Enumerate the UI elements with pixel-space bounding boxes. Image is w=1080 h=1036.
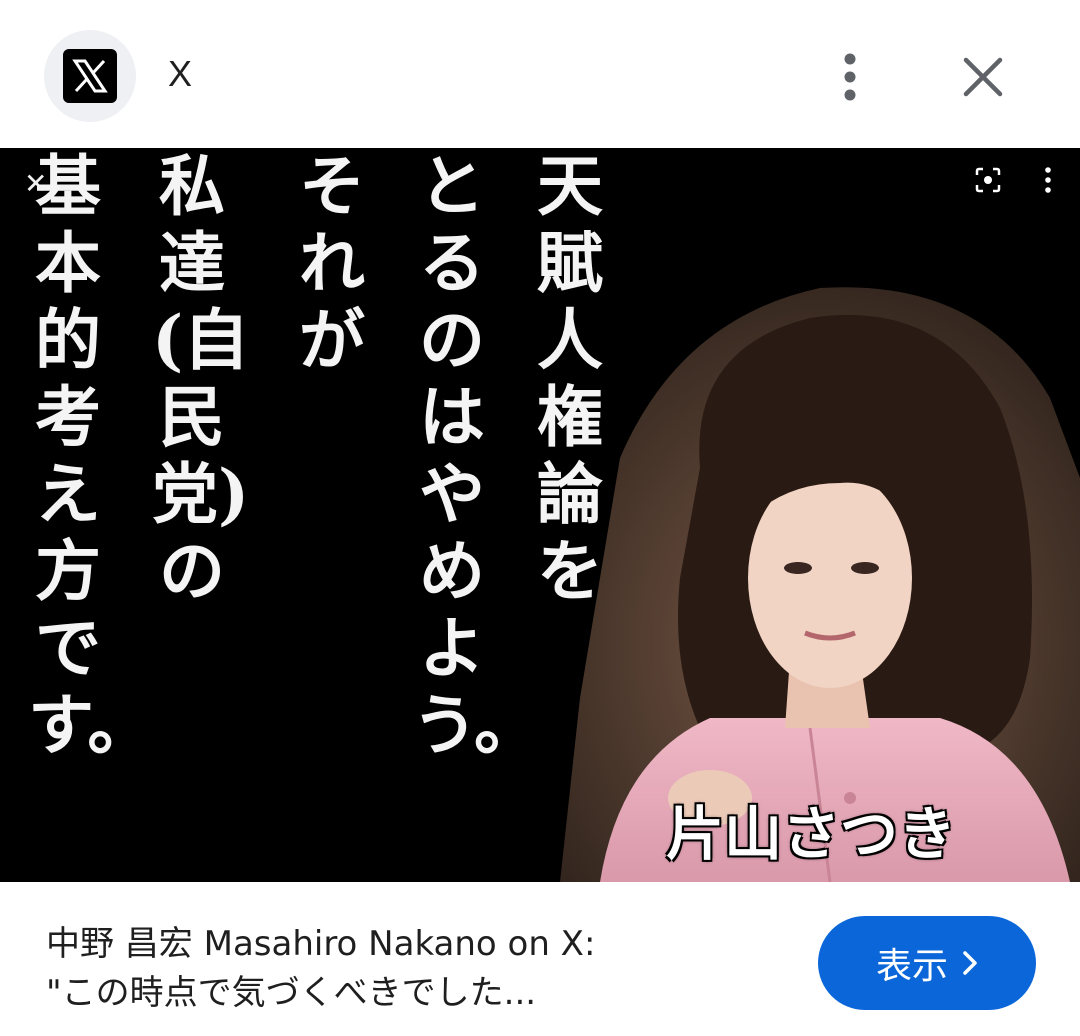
- result-card: 中野 昌宏 Masahiro Nakano on X: "この時点で気づくべきで…: [0, 882, 1080, 1036]
- quote-column-3: それが: [299, 148, 365, 379]
- quote-column-4: 私達(自民党)の: [152, 148, 250, 610]
- quote-column-5: 基本的考え方です。: [28, 148, 154, 764]
- visit-button-label: 表示: [875, 946, 948, 987]
- x-logo-icon: [63, 49, 117, 103]
- close-button[interactable]: [950, 44, 1016, 110]
- result-title[interactable]: 中野 昌宏 Masahiro Nakano on X: "この時点で気づくべきで…: [46, 920, 766, 1018]
- visit-button[interactable]: 表示: [818, 916, 1036, 1010]
- image-more-icon[interactable]: [1034, 166, 1062, 194]
- close-icon: [963, 57, 1003, 97]
- quote-column-2: とるのはやめよう。: [412, 148, 541, 764]
- result-title-line-1: 中野 昌宏 Masahiro Nakano on X:: [46, 924, 596, 964]
- lens-icon[interactable]: [974, 166, 1002, 194]
- name-caption: 片山さつき: [666, 800, 957, 868]
- chevron-right-icon: [963, 951, 977, 975]
- more-vert-icon: [844, 53, 856, 101]
- top-app-bar: X: [0, 0, 1080, 148]
- woman-photo: [560, 287, 1080, 882]
- result-title-line-2: "この時点で気づくべきでした...: [46, 973, 537, 1013]
- site-logo[interactable]: [44, 30, 136, 122]
- site-name: X: [168, 53, 193, 94]
- image-preview[interactable]: ✕ 天賦人権論を とるのはやめよう。 それが 私達(自民党)の 基本的考え方です…: [0, 148, 1080, 882]
- more-options-button[interactable]: [822, 44, 878, 110]
